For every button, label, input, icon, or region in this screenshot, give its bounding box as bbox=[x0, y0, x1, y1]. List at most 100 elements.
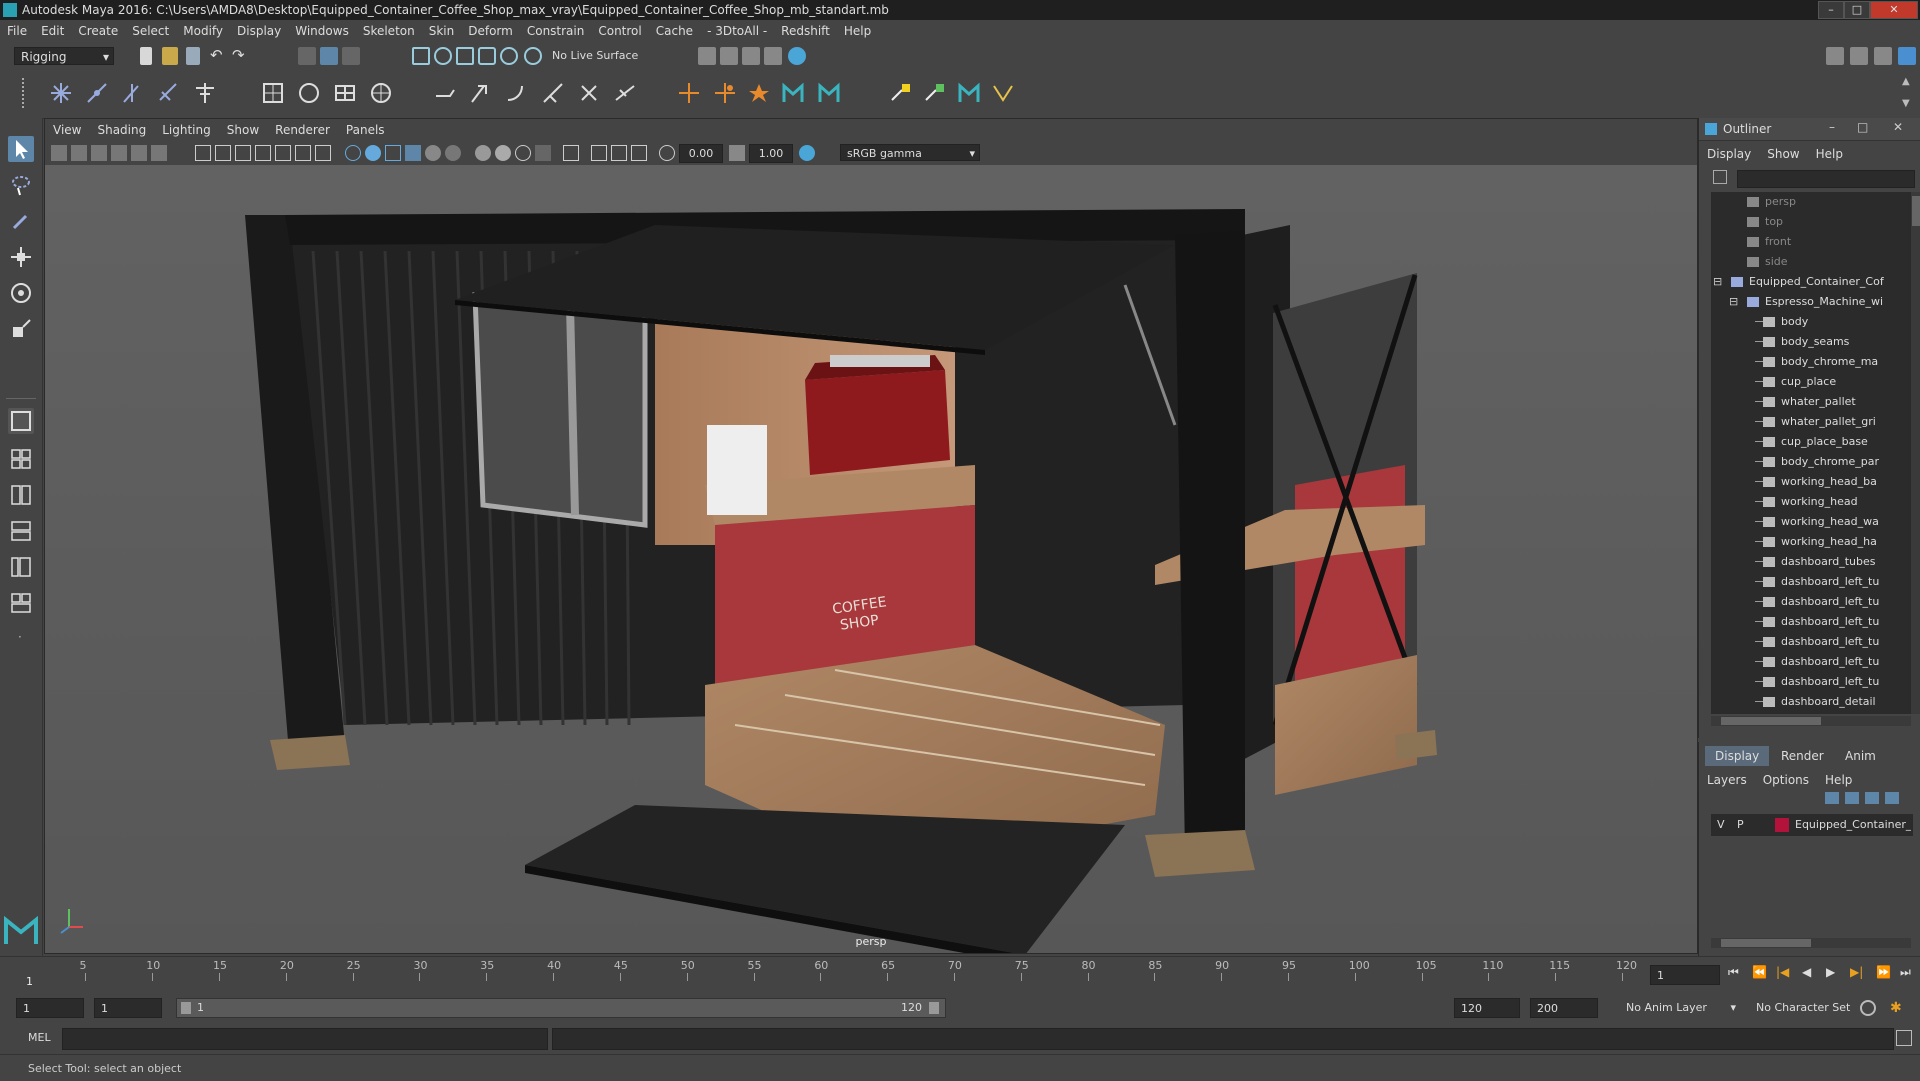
command-language-label[interactable]: MEL bbox=[28, 1031, 51, 1044]
snap-vertex-icon[interactable] bbox=[524, 47, 542, 65]
snap-curve-icon[interactable] bbox=[434, 47, 452, 65]
character-set-select[interactable]: No Character Set bbox=[1750, 998, 1870, 1018]
bind-skin-icon[interactable] bbox=[260, 80, 286, 106]
outliner-menu-help[interactable]: Help bbox=[1808, 144, 1851, 164]
pole-vector-icon[interactable] bbox=[612, 80, 638, 106]
shadows-icon[interactable] bbox=[445, 145, 461, 161]
outliner-row[interactable]: working_head_ha bbox=[1711, 532, 1911, 552]
snap-grid-icon[interactable] bbox=[412, 47, 430, 65]
shelf-scroll-down-icon[interactable]: ▼ bbox=[1902, 98, 1910, 109]
layer-menu-options[interactable]: Options bbox=[1755, 770, 1817, 790]
joint-tool-icon[interactable] bbox=[48, 80, 74, 106]
single-pane-layout-icon[interactable] bbox=[8, 408, 34, 434]
menu-display[interactable]: Display bbox=[230, 20, 288, 42]
rotate-tool-icon[interactable] bbox=[8, 280, 34, 306]
field-chart-icon[interactable] bbox=[275, 145, 291, 161]
ipr-render-icon[interactable] bbox=[742, 47, 760, 65]
vp-menu-panels[interactable]: Panels bbox=[338, 119, 393, 141]
go-to-start-icon[interactable]: ⏮ bbox=[1728, 965, 1739, 980]
vp-menu-renderer[interactable]: Renderer bbox=[267, 119, 338, 141]
grid-toggle-icon[interactable] bbox=[195, 145, 211, 161]
key-scale-icon[interactable] bbox=[990, 80, 1016, 106]
frame-all-icon[interactable] bbox=[591, 145, 607, 161]
lasso-tool-icon[interactable] bbox=[8, 172, 34, 198]
film-gate-icon[interactable] bbox=[215, 145, 231, 161]
animation-preferences-icon[interactable]: ✱ bbox=[1890, 1000, 1902, 1016]
outliner-row[interactable]: working_head_ba bbox=[1711, 472, 1911, 492]
outliner-row[interactable]: body bbox=[1711, 312, 1911, 332]
close-button[interactable]: ✕ bbox=[1870, 1, 1918, 19]
camera-attributes-icon[interactable] bbox=[71, 145, 87, 161]
layer-name[interactable]: Equipped_Container_C bbox=[1795, 814, 1911, 836]
menu-set-select[interactable]: Rigging ▾ bbox=[14, 47, 114, 65]
live-surface-label[interactable]: No Live Surface bbox=[552, 47, 638, 65]
range-slider[interactable]: 1 120 bbox=[176, 998, 946, 1018]
color-management-icon[interactable] bbox=[799, 145, 815, 161]
snap-point-icon[interactable] bbox=[456, 47, 474, 65]
scene-view[interactable]: COFFEE SHOP bbox=[45, 165, 1697, 953]
xray-active-icon[interactable] bbox=[495, 145, 511, 161]
gate-mask-icon[interactable] bbox=[255, 145, 271, 161]
ik-spline-icon[interactable] bbox=[120, 80, 146, 106]
select-component-icon[interactable] bbox=[342, 47, 360, 65]
persp-outliner-layout-icon[interactable] bbox=[8, 554, 34, 580]
smooth-shade-icon[interactable] bbox=[365, 145, 381, 161]
layer-playback-toggle[interactable]: P bbox=[1737, 814, 1744, 836]
outliner-row[interactable]: front bbox=[1711, 232, 1911, 252]
image-plane-icon[interactable] bbox=[111, 145, 127, 161]
undo-icon[interactable]: ↶ bbox=[210, 46, 228, 64]
shelf-options-icon[interactable] bbox=[22, 78, 30, 108]
locator-parent-icon[interactable] bbox=[712, 80, 738, 106]
go-to-end-icon[interactable]: ⏭ bbox=[1900, 965, 1911, 980]
outliner-menu-display[interactable]: Display bbox=[1699, 144, 1759, 164]
hypershade-layout-icon[interactable] bbox=[8, 590, 34, 616]
ik-handle-icon[interactable] bbox=[84, 80, 110, 106]
frame-selected-icon[interactable] bbox=[611, 145, 627, 161]
layer-editor-toggle-icon[interactable] bbox=[1898, 47, 1916, 65]
outliner-row[interactable]: side bbox=[1711, 252, 1911, 272]
snap-surface-icon[interactable] bbox=[500, 47, 518, 65]
menu-skeleton[interactable]: Skeleton bbox=[356, 20, 422, 42]
outliner-row[interactable]: dashboard_left_tu bbox=[1711, 572, 1911, 592]
xray-icon[interactable] bbox=[475, 145, 491, 161]
paint-select-icon[interactable] bbox=[8, 208, 34, 234]
gamma-icon[interactable] bbox=[729, 145, 745, 161]
menu-skin[interactable]: Skin bbox=[422, 20, 462, 42]
shelf-scroll-up-icon[interactable]: ▲ bbox=[1902, 76, 1910, 87]
animation-end-field[interactable]: 200 bbox=[1530, 998, 1598, 1018]
outliner-search-input[interactable] bbox=[1737, 170, 1915, 188]
menu-windows[interactable]: Windows bbox=[288, 20, 356, 42]
outliner-row[interactable]: dashboard_left_tu bbox=[1711, 672, 1911, 692]
viewport-panel[interactable]: View Shading Lighting Show Renderer Panels 0.… bbox=[44, 118, 1698, 954]
layer-menu-help[interactable]: Help bbox=[1817, 770, 1860, 790]
vp-menu-show[interactable]: Show bbox=[219, 119, 267, 141]
orient-constraint-icon[interactable] bbox=[504, 80, 530, 106]
script-editor-icon[interactable] bbox=[1896, 1030, 1912, 1046]
outliner-vertical-scrollbar[interactable] bbox=[1911, 192, 1920, 714]
ambient-occlusion-icon[interactable] bbox=[535, 145, 551, 161]
outliner-row[interactable]: working_head bbox=[1711, 492, 1911, 512]
move-tool-icon[interactable] bbox=[8, 244, 34, 270]
mirror-joint-icon[interactable] bbox=[192, 80, 218, 106]
redshift-render-icon[interactable] bbox=[788, 47, 806, 65]
safe-title-icon[interactable] bbox=[315, 145, 331, 161]
menu-file[interactable]: File bbox=[0, 20, 34, 42]
minimize-button[interactable]: – bbox=[1818, 1, 1844, 19]
current-frame-field[interactable]: 1 bbox=[1650, 965, 1720, 985]
character-subset-icon[interactable] bbox=[816, 80, 842, 106]
resolution-gate-icon[interactable] bbox=[235, 145, 251, 161]
playback-start-field[interactable]: 1 bbox=[94, 998, 162, 1018]
layer-color-swatch[interactable] bbox=[1775, 818, 1789, 832]
render-view-icon[interactable] bbox=[764, 47, 782, 65]
outliner-row[interactable]: ⊟ Espresso_Machine_wi bbox=[1711, 292, 1911, 312]
menu-deform[interactable]: Deform bbox=[461, 20, 520, 42]
menu-help[interactable]: Help bbox=[837, 20, 878, 42]
outliner-row[interactable]: dashboard_detail bbox=[1711, 692, 1911, 712]
new-layer-selected-icon[interactable] bbox=[1885, 792, 1899, 804]
toolbox-more-icon[interactable]: · bbox=[18, 630, 22, 644]
exposure-icon[interactable] bbox=[659, 145, 675, 161]
layer-tab-render[interactable]: Render bbox=[1771, 746, 1834, 766]
outliner-row[interactable]: dashboard_left_tu bbox=[1711, 652, 1911, 672]
outliner-row[interactable]: ⊟ Equipped_Container_Cof bbox=[1711, 272, 1911, 292]
play-forwards-icon[interactable]: ▶ bbox=[1826, 965, 1835, 979]
